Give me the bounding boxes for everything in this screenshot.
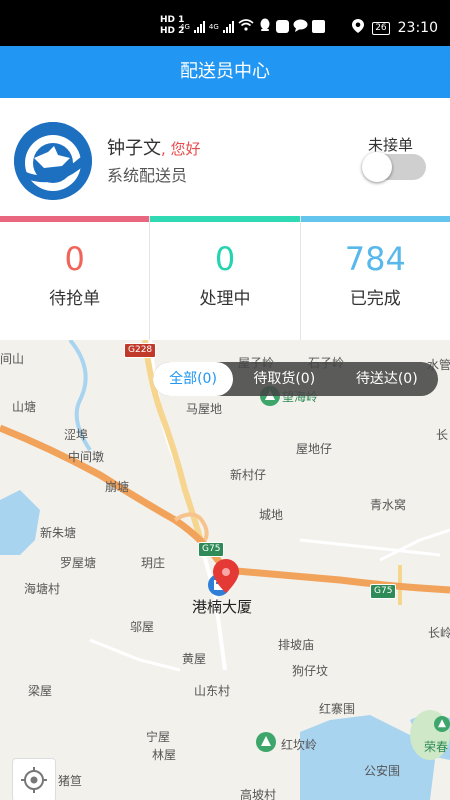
map-label: 玥庄: [141, 556, 166, 570]
filter-pending-delivery[interactable]: 待送达(0): [336, 362, 439, 396]
stat-count: 784: [344, 240, 406, 278]
map-view[interactable]: 间山 屋子岭 石子岭 水管 望海岭 马屋地 山塘 涩埠 长 中间墩 屋地仔 新村…: [0, 340, 450, 800]
network-icons: 4G 4G: [180, 18, 325, 35]
map-label: 山塘: [12, 400, 37, 414]
map-label: 涩埠: [64, 428, 89, 442]
map-label: 新朱塘: [40, 526, 77, 540]
location-icon: [352, 19, 365, 37]
road-badge: G75: [370, 584, 397, 599]
map-label: 间山: [0, 352, 25, 366]
stat-label: 处理中: [199, 289, 251, 309]
locate-icon: [21, 767, 47, 793]
road-badge: G75: [198, 542, 225, 557]
map-label: 猪笪: [58, 774, 83, 788]
app-header: 配送员中心: [0, 46, 450, 98]
map-label: 青水窝: [370, 498, 407, 512]
stat-completed[interactable]: 784 已完成: [300, 216, 450, 340]
filter-pending-pickup[interactable]: 待取货(0): [233, 362, 336, 396]
app-notification-icon: [275, 20, 289, 33]
stat-count: 0: [64, 240, 85, 278]
map-label: 邬屋: [130, 620, 155, 634]
stat-count: 0: [214, 240, 236, 278]
stat-label: 待抢单: [49, 289, 101, 309]
stat-color-bar: [0, 216, 150, 222]
map-label: 狗仔坟: [292, 664, 329, 678]
order-filter-tabs: 全部(0) 待取货(0) 待送达(0): [153, 362, 438, 396]
road-badge: G228: [124, 343, 157, 358]
clock: 23:10: [397, 20, 438, 36]
user-name: 钟子文: [107, 138, 161, 159]
map-label: 红寨围: [319, 702, 356, 716]
status-right: 26 23:10: [352, 19, 438, 37]
profile-card: 钟子文, 您好 系统配送员 未接单: [0, 98, 450, 216]
map-label: 排坡庙: [278, 638, 315, 652]
map-label: 黄屋: [182, 652, 207, 666]
map-label: 林屋: [152, 748, 177, 762]
order-stats: 0 待抢单 0 处理中 784 已完成: [0, 216, 450, 340]
stat-label: 已完成: [349, 289, 401, 309]
message-icon: [311, 20, 325, 33]
chat-icon: [293, 19, 308, 35]
accept-orders-toggle[interactable]: [362, 152, 426, 182]
locate-button[interactable]: [12, 758, 56, 800]
map-label: 海塘村: [24, 582, 61, 596]
signal-icon-2: [222, 20, 234, 33]
user-name-line: 钟子文, 您好: [107, 134, 201, 160]
network-type-1: 4G: [180, 22, 190, 31]
current-location-label: 港楠大厦: [192, 598, 253, 616]
status-bar: HD 1 HD 2 4G 4G 26 23:10: [0, 0, 450, 46]
map-label: 长: [436, 428, 449, 442]
avatar[interactable]: [14, 122, 92, 200]
map-label: 山东村: [194, 684, 231, 698]
wifi-icon: [238, 19, 254, 34]
map-label: 新村仔: [230, 468, 267, 482]
map-label: 城地: [259, 508, 284, 522]
logo-icon: [14, 122, 92, 200]
stat-color-bar: [300, 216, 450, 222]
map-label: 高坡村: [240, 788, 277, 800]
map-label: 屋地仔: [296, 442, 333, 456]
page-title: 配送员中心: [180, 61, 270, 82]
stat-processing[interactable]: 0 处理中: [150, 216, 301, 340]
map-label: 宁屋: [146, 730, 171, 744]
map-label: 荣春: [424, 740, 449, 754]
map-label: 梁屋: [28, 684, 53, 698]
network-type-2: 4G: [208, 22, 219, 31]
stat-color-bar: [150, 216, 300, 222]
map-label: 长岭: [428, 626, 450, 640]
signal-icon: [193, 20, 205, 33]
map-label: 罗屋塘: [60, 556, 97, 570]
toggle-knob: [362, 152, 392, 182]
map-label: 中间墩: [68, 450, 105, 464]
map-label: 崩塘: [105, 480, 130, 494]
map-label: 红坎岭: [281, 738, 318, 752]
stat-pending-grab[interactable]: 0 待抢单: [0, 216, 151, 340]
battery-icon: 26: [372, 21, 390, 35]
map-label: 公安围: [364, 764, 401, 778]
greeting-text: , 您好: [161, 140, 201, 158]
filter-all[interactable]: 全部(0): [153, 362, 233, 396]
qq-icon: [258, 18, 272, 35]
map-label: 马屋地: [186, 402, 223, 416]
user-role: 系统配送员: [107, 166, 188, 185]
